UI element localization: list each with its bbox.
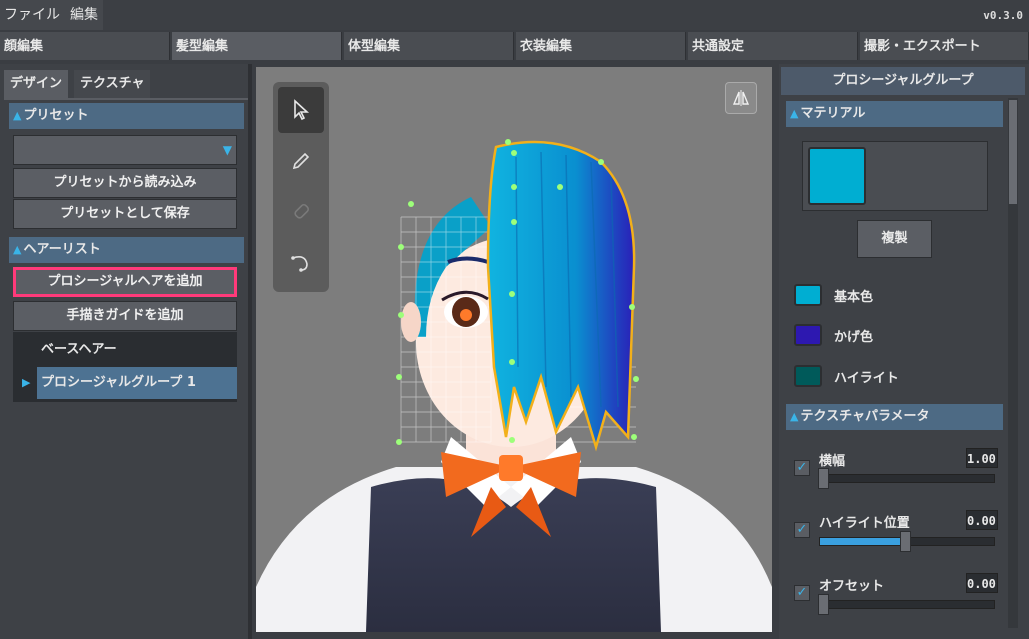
version-label: v0.3.0 (983, 9, 1023, 22)
texture-params-section-header[interactable]: ▲ テクスチャパラメータ (786, 404, 1003, 430)
param-width-slider-thumb[interactable] (818, 468, 829, 489)
3d-viewport[interactable] (256, 67, 772, 632)
menu-file[interactable]: ファイル (4, 0, 60, 30)
subtab-design[interactable]: デザイン (4, 70, 69, 98)
expand-triangle-icon: ▲ (13, 243, 22, 256)
param-width-label: 横幅 (819, 454, 846, 469)
tab-common-settings[interactable]: 共通設定 (688, 32, 858, 60)
highlight-color-swatch[interactable] (794, 365, 822, 387)
mirror-icon (732, 90, 750, 106)
material-swatch[interactable] (808, 147, 866, 205)
pen-icon (292, 152, 310, 170)
param-highlight-pos-label: ハイライト位置 (819, 516, 910, 531)
param-highlight-pos-row: ✓ ハイライト位置 0.00 (794, 510, 1000, 552)
character-render (256, 139, 772, 632)
add-guide-button[interactable]: 手描きガイドを追加 (13, 301, 237, 331)
pen-tool-button[interactable] (278, 138, 324, 184)
tool-palette (273, 82, 329, 292)
param-width-checkbox[interactable]: ✓ (794, 460, 810, 476)
curve-icon (291, 256, 308, 272)
shadow-color-label: かげ色 (834, 330, 874, 345)
param-highlight-pos-checkbox[interactable]: ✓ (794, 522, 810, 538)
expand-triangle-icon: ▲ (13, 109, 22, 122)
hair-list: ベースヘアー ▶ プロシージャルグループ 1 (13, 332, 237, 402)
tab-face[interactable]: 顔編集 (0, 32, 170, 60)
menu-bar: ファイル 編集 v0.3.0 (0, 0, 1029, 30)
param-offset-label: オフセット (819, 579, 885, 594)
texture-params-header-label: テクスチャパラメータ (800, 409, 930, 424)
tab-hair[interactable]: 髪型編集 (172, 32, 342, 60)
param-width-value[interactable]: 1.00 (966, 448, 998, 468)
expand-triangle-icon: ▲ (790, 107, 799, 120)
shadow-color-swatch[interactable] (794, 324, 822, 346)
param-width-slider[interactable] (818, 468, 995, 489)
hair-list-item-selected[interactable]: プロシージャルグループ 1 (37, 367, 237, 399)
main-tab-bar: 顔編集 髪型編集 体型編集 衣装編集 共通設定 撮影・エクスポート (0, 32, 1029, 60)
param-highlight-pos-slider-fill (820, 538, 904, 545)
hairlist-section-header[interactable]: ▲ ヘアーリスト (9, 237, 244, 263)
hair-list-item[interactable]: ベースヘアー (13, 334, 237, 366)
right-scrollbar-thumb[interactable] (1009, 100, 1017, 204)
menu-edit[interactable]: 編集 (70, 0, 98, 30)
preset-dropdown[interactable]: ▼ (13, 135, 237, 165)
left-panel-divider (248, 64, 252, 639)
base-color-swatch[interactable] (794, 284, 822, 306)
material-section-header[interactable]: ▲ マテリアル (786, 101, 1003, 127)
param-offset-value[interactable]: 0.00 (966, 573, 998, 593)
preset-header-label: プリセット (23, 108, 89, 123)
param-highlight-pos-slider-thumb[interactable] (900, 531, 911, 552)
param-highlight-pos-value[interactable]: 0.00 (966, 510, 998, 530)
param-highlight-pos-slider[interactable] (819, 531, 995, 552)
subtab-texture[interactable]: テクスチャ (74, 70, 151, 98)
material-header-label: マテリアル (800, 106, 866, 121)
param-width-row: ✓ 横幅 1.00 (794, 448, 1000, 489)
chevron-down-icon: ▼ (222, 143, 232, 157)
curve-tool-button[interactable] (278, 240, 324, 286)
load-preset-button[interactable]: プリセットから読み込み (13, 168, 237, 198)
duplicate-button[interactable]: 複製 (857, 220, 932, 258)
eraser-tool-button[interactable] (278, 189, 324, 235)
subtab-underline (4, 98, 248, 100)
save-preset-button[interactable]: プリセットとして保存 (13, 199, 237, 229)
play-arrow-icon: ▶ (22, 376, 31, 389)
hairlist-header-label: ヘアーリスト (23, 242, 101, 257)
expand-triangle-icon: ▲ (790, 410, 799, 423)
tab-photo-export[interactable]: 撮影・エクスポート (860, 32, 1029, 60)
panel-title: プロシージャルグループ (781, 67, 1025, 95)
add-procedural-hair-button[interactable]: プロシージャルヘアを追加 (13, 267, 237, 297)
param-offset-row: ✓ オフセット 0.00 (794, 573, 1000, 615)
mirror-button[interactable] (725, 82, 757, 114)
tab-outfit[interactable]: 衣装編集 (516, 32, 686, 60)
select-tool-button[interactable] (278, 87, 324, 133)
eraser-icon (294, 203, 310, 219)
tab-body[interactable]: 体型編集 (344, 32, 514, 60)
base-color-label: 基本色 (834, 290, 874, 305)
cursor-icon (294, 99, 310, 121)
param-offset-slider[interactable] (818, 594, 995, 615)
highlight-color-label: ハイライト (834, 371, 899, 386)
param-offset-slider-thumb[interactable] (818, 594, 829, 615)
param-offset-checkbox[interactable]: ✓ (794, 585, 810, 601)
preset-section-header[interactable]: ▲ プリセット (9, 103, 244, 129)
